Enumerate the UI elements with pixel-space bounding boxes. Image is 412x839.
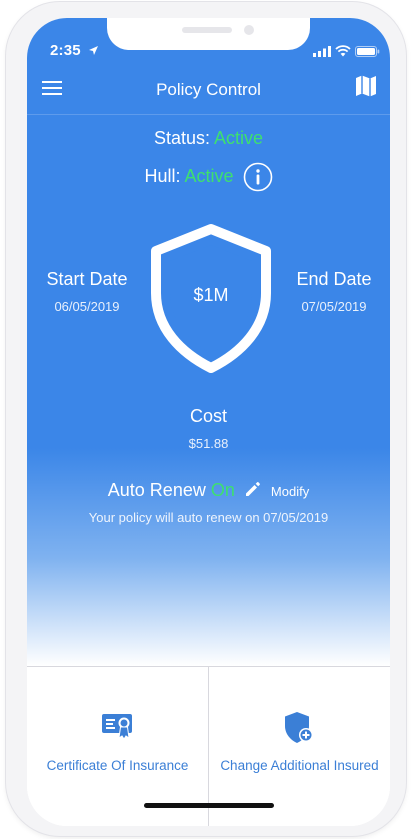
auto-renew-value: On [210, 480, 235, 500]
actions-panel: Certificate Of Insurance Change Addition… [27, 666, 390, 826]
cost-label: Cost [189, 406, 227, 426]
page-title: Policy Control [156, 80, 261, 99]
status-time: 2:35 [50, 42, 81, 59]
status-value: Active [214, 128, 264, 148]
battery-icon [355, 46, 380, 57]
modify-button[interactable]: Modify [271, 484, 309, 499]
certificate-of-insurance-button[interactable]: Certificate Of Insurance [27, 666, 208, 796]
app-screen: 2:35 Policy Control Status: Active Hull:… [27, 18, 390, 826]
start-date-value: 06/05/2019 [54, 299, 120, 314]
location-arrow-icon [89, 46, 98, 55]
status-bar: 2:35 [27, 18, 390, 59]
home-indicator [144, 803, 274, 808]
hull-value: Active [184, 165, 234, 186]
change-additional-insured-button[interactable]: Change Additional Insured [209, 666, 390, 796]
navigation-bar: Policy Control [27, 74, 390, 114]
hull-status: Hull: Active [27, 162, 390, 192]
nav-divider [27, 114, 390, 115]
certificate-label: Certificate Of Insurance [46, 758, 189, 773]
end-date-value: 07/05/2019 [301, 299, 367, 314]
pencil-icon[interactable] [244, 480, 262, 498]
coverage-amount: $1M [193, 285, 229, 305]
status-label: Status: [153, 128, 210, 148]
change-insured-label: Change Additional Insured [220, 758, 379, 773]
auto-renew-row: Auto Renew On Modify [27, 480, 390, 501]
info-icon[interactable] [243, 162, 273, 192]
certificate-icon [102, 714, 132, 740]
auto-renew-label: Auto Renew [107, 480, 206, 500]
policy-status: Status: Active [27, 128, 390, 149]
hull-label: Hull: [144, 165, 181, 186]
map-icon[interactable] [355, 74, 377, 98]
cellular-signal-icon [313, 46, 331, 57]
end-date-label: End Date [296, 269, 372, 289]
wifi-icon [335, 45, 351, 57]
start-date-label: Start Date [46, 269, 128, 289]
phone-frame: 2:35 Policy Control Status: Active Hull:… [6, 2, 406, 836]
cost-value: $51.88 [188, 436, 229, 451]
shield-plus-icon [285, 712, 313, 743]
auto-renew-note: Your policy will auto renew on 07/05/201… [88, 510, 329, 525]
